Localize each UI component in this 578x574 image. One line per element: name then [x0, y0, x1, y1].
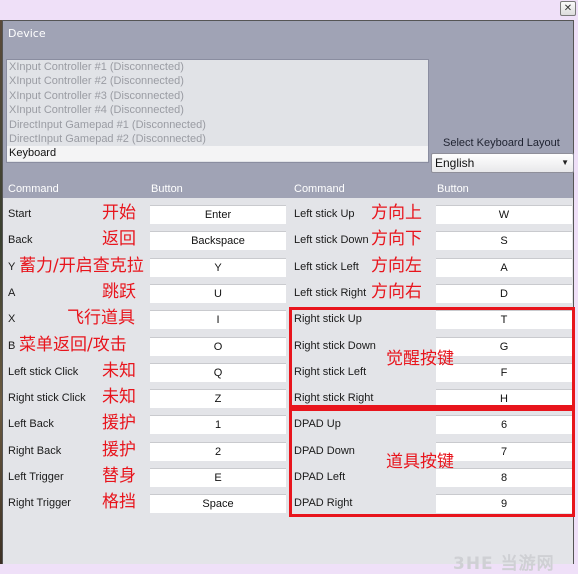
key-binding-input[interactable]: A — [436, 257, 572, 277]
command-label: Y — [8, 260, 16, 273]
device-panel: Device XInput Controller #1 (Disconnecte… — [3, 21, 574, 178]
watermark: 3HE 当游网 — [453, 554, 555, 574]
command-label: Back — [8, 234, 33, 247]
annotation-label: 飞行道具 — [67, 308, 135, 329]
device-item[interactable]: XInput Controller #4 (Disconnected) — [7, 103, 428, 117]
key-binding-input[interactable]: D — [436, 283, 572, 303]
title-bar: ✕ — [0, 0, 578, 20]
key-binding-input[interactable]: Y — [150, 257, 286, 277]
dropdown-arrow-icon: ▼ — [561, 158, 569, 167]
keyboard-layout-select[interactable]: English ▼ — [431, 153, 574, 173]
key-binding-input[interactable]: Z — [150, 389, 286, 409]
command-label: Left stick Right — [294, 286, 367, 299]
device-item[interactable]: XInput Controller #3 (Disconnected) — [7, 89, 428, 103]
device-item[interactable]: XInput Controller #2 (Disconnected) — [7, 74, 428, 88]
device-item[interactable]: DirectInput Gamepad #2 (Disconnected) — [7, 132, 428, 146]
command-label: Right Trigger — [8, 497, 71, 510]
annotation-label: 方向左 — [371, 255, 422, 276]
command-label: Right Back — [8, 444, 62, 457]
key-binding-input[interactable]: E — [150, 468, 286, 487]
key-binding-input[interactable]: O — [150, 336, 286, 356]
button-header-left: Button — [151, 183, 183, 195]
annotation-label: 方向上 — [371, 203, 422, 223]
key-binding-input[interactable]: Space — [150, 494, 286, 514]
device-list[interactable]: XInput Controller #1 (Disconnected) XInp… — [6, 59, 429, 163]
bindings-header — [3, 178, 573, 198]
annotation-label: 蓄力/开启查克拉 — [19, 255, 144, 276]
command-label: Left stick Down — [294, 234, 369, 247]
right-stick-group-annotation: 觉醒按键 — [386, 349, 454, 369]
key-binding-input[interactable]: 1 — [150, 415, 286, 435]
command-header-right: Command — [294, 183, 345, 195]
command-label: A — [8, 286, 16, 299]
input-config-window: Device XInput Controller #1 (Disconnecte… — [2, 20, 575, 574]
command-label: Start — [8, 208, 32, 220]
button-header-right: Button — [437, 183, 469, 195]
key-binding-input[interactable]: 2 — [150, 441, 286, 461]
annotation-label: 援护 — [102, 439, 136, 460]
command-header-left: Command — [8, 183, 59, 195]
annotation-label: 返回 — [102, 229, 136, 250]
command-label: B — [8, 339, 16, 352]
annotation-label: 未知 — [102, 387, 136, 408]
command-label: Left Trigger — [8, 471, 64, 483]
key-binding-input[interactable]: I — [150, 310, 286, 330]
key-binding-input[interactable]: W — [436, 205, 572, 224]
device-item[interactable]: DirectInput Gamepad #1 (Disconnected) — [7, 118, 428, 132]
keyboard-layout-label: Select Keyboard Layout — [443, 137, 560, 149]
command-label: Right stick Click — [8, 392, 86, 405]
annotation-label: 格挡 — [102, 492, 136, 513]
annotation-label: 方向下 — [371, 229, 422, 250]
annotation-label: 跳跃 — [102, 281, 136, 302]
device-label: Device — [8, 27, 46, 40]
key-binding-input[interactable]: U — [150, 283, 286, 303]
close-icon: ✕ — [563, 3, 573, 14]
command-label: Left stick Left — [294, 260, 359, 273]
annotation-label: 未知 — [102, 360, 136, 381]
command-label: Left Back — [8, 418, 54, 431]
close-button[interactable]: ✕ — [560, 1, 576, 16]
key-binding-input[interactable]: Enter — [150, 205, 286, 224]
keyboard-layout-value: English — [435, 156, 475, 170]
command-label: X — [8, 313, 16, 326]
command-label: Left stick Up — [294, 208, 355, 220]
key-binding-input[interactable]: S — [436, 231, 572, 251]
device-item[interactable]: XInput Controller #1 (Disconnected) — [7, 60, 428, 74]
annotation-label: 方向右 — [371, 281, 422, 302]
annotation-label: 菜单返回/攻击 — [19, 334, 127, 355]
dpad-group-annotation: 道具按键 — [386, 452, 454, 472]
command-label: Left stick Click — [8, 365, 79, 378]
key-binding-input[interactable]: Backspace — [150, 231, 286, 251]
annotation-label: 替身 — [102, 466, 136, 486]
annotation-label: 援护 — [102, 413, 136, 434]
annotation-label: 开始 — [102, 203, 136, 223]
device-item-selected[interactable]: Keyboard — [7, 146, 428, 161]
key-binding-input[interactable]: Q — [150, 362, 286, 382]
